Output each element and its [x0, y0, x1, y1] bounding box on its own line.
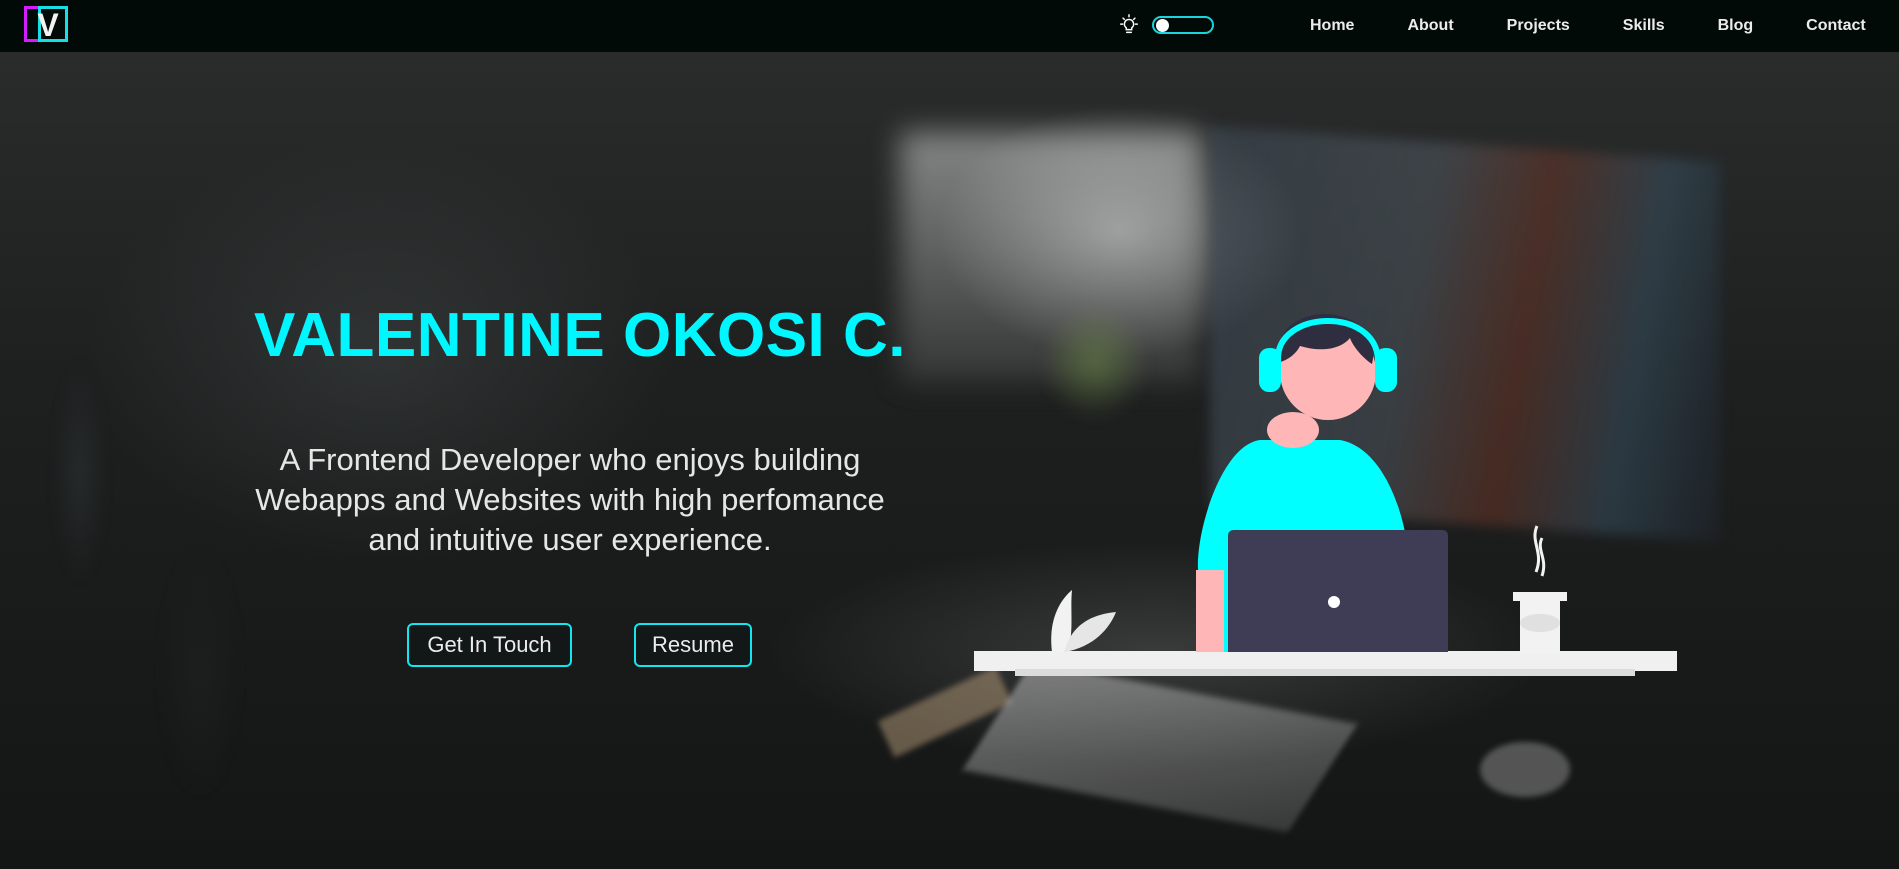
nav-link-projects[interactable]: Projects: [1507, 17, 1570, 35]
mug-band: [1520, 614, 1560, 632]
logo[interactable]: V: [24, 6, 68, 44]
person-arm-left: [1196, 570, 1224, 652]
logo-letter: V: [37, 7, 59, 43]
mug-steam: [1533, 525, 1546, 577]
headphone-right: [1375, 348, 1397, 392]
nav-link-skills[interactable]: Skills: [1623, 17, 1665, 35]
resume-button[interactable]: Resume: [634, 623, 752, 667]
nav-link-home[interactable]: Home: [1310, 17, 1354, 35]
nav-links: Home About Projects Skills Blog Contact: [1310, 0, 1866, 52]
person-neck: [1267, 412, 1319, 448]
background-mouse: [1480, 742, 1570, 797]
background-keyboard: [962, 661, 1358, 833]
desk-edge: [1015, 669, 1635, 676]
plant-leaf: [1064, 612, 1116, 652]
nav-link-blog[interactable]: Blog: [1718, 17, 1754, 35]
lightbulb-icon[interactable]: [1118, 14, 1140, 36]
hero-subtitle: A Frontend Developer who enjoys building…: [255, 442, 885, 557]
developer-illustration: [974, 313, 1677, 676]
hero-title: VALENTINE OKOSI C.: [253, 301, 906, 370]
navbar: V Home About Projects Skills Blog Contac…: [0, 0, 1899, 52]
theme-toggle[interactable]: [1152, 16, 1214, 34]
laptop-logo: [1328, 596, 1340, 608]
nav-link-contact[interactable]: Contact: [1806, 17, 1866, 35]
theme-toggle-knob: [1156, 19, 1169, 32]
get-in-touch-button[interactable]: Get In Touch: [407, 623, 572, 667]
headphone-left: [1259, 348, 1281, 392]
nav-link-about[interactable]: About: [1407, 17, 1453, 35]
desk-top: [974, 651, 1677, 671]
laptop: [1228, 530, 1448, 652]
